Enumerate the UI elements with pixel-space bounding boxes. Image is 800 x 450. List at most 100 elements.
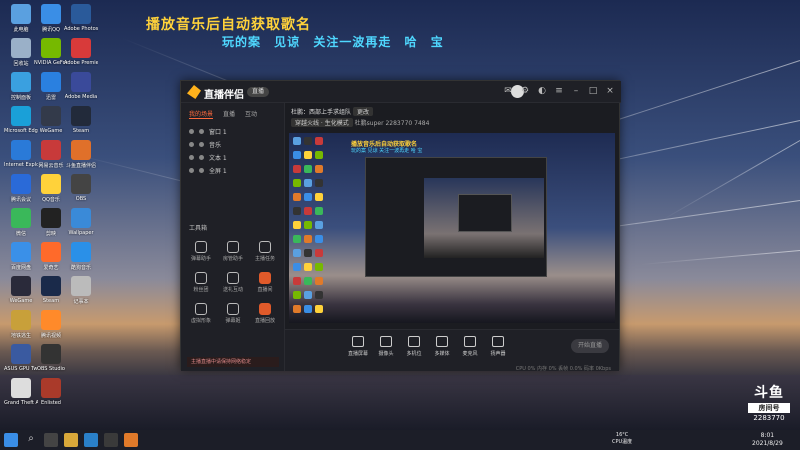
- desktop-icon[interactable]: OBS Studio: [34, 344, 68, 372]
- clock[interactable]: 8:01 2021/8/29: [752, 432, 783, 448]
- tool-icon: [227, 272, 239, 284]
- desktop-icon[interactable]: Adobe Photoshop: [64, 4, 98, 32]
- tool-button[interactable]: 虚拟形象: [185, 303, 217, 324]
- desktop-icon[interactable]: Adobe Media: [64, 72, 98, 100]
- tool-button[interactable]: 送礼互动: [217, 272, 249, 293]
- tab-scene[interactable]: 我的场景: [189, 109, 214, 119]
- desktop-icon[interactable]: 腾讯视频: [34, 310, 68, 339]
- desktop-icon[interactable]: 控制面板: [4, 72, 38, 101]
- desktop-icon[interactable]: 微信: [4, 208, 38, 237]
- desktop-icon[interactable]: 腾讯会议: [4, 174, 38, 203]
- desktop-icon[interactable]: 腾讯QQ: [34, 4, 68, 33]
- desktop-icon[interactable]: QQ音乐: [34, 174, 68, 203]
- desktop-icon[interactable]: Adobe Premiere: [64, 38, 98, 66]
- start-icon[interactable]: [4, 433, 18, 447]
- edge-icon[interactable]: [84, 433, 98, 447]
- app-icon: [11, 310, 31, 330]
- tool-button[interactable]: 粉丝团: [185, 272, 217, 293]
- eye-icon[interactable]: [189, 155, 194, 160]
- desktop-icon[interactable]: Internet Explorer: [4, 140, 38, 168]
- source-item[interactable]: 音乐: [181, 138, 284, 151]
- desktop-icon[interactable]: 回收站: [4, 38, 38, 67]
- file-explorer-icon[interactable]: [64, 433, 78, 447]
- tab-interact[interactable]: 互动: [245, 109, 257, 119]
- app-icon[interactable]: [104, 433, 118, 447]
- desktop-icon[interactable]: 地铁逃生: [4, 310, 38, 339]
- tool-button[interactable]: 直播回放: [249, 303, 281, 324]
- search-icon[interactable]: ⌕: [24, 433, 38, 447]
- preview-desktop-icon: [304, 305, 312, 313]
- tool-label: 虚拟形象: [190, 318, 211, 324]
- skin-icon[interactable]: ◐: [537, 85, 547, 97]
- desktop-icon-label: Enlisted: [41, 400, 61, 406]
- desktop-icon[interactable]: Microsoft Edge: [4, 106, 38, 134]
- desktop-icon[interactable]: 爱奇艺: [34, 242, 68, 271]
- source-item[interactable]: 全屏 1: [181, 164, 284, 177]
- lock-icon[interactable]: [199, 168, 204, 173]
- eye-icon[interactable]: [189, 142, 194, 147]
- preview-desktop-icon: [293, 291, 301, 299]
- desktop-icon-label: Wallpaper: [68, 230, 94, 236]
- desktop-icon-label: 回收站: [13, 61, 29, 67]
- douyu-room-overlay: 斗鱼 房间号 2283770: [742, 382, 796, 422]
- maximize-icon[interactable]: □: [588, 85, 598, 97]
- category-selector[interactable]: 穿越火线 · 生化模式: [291, 118, 353, 127]
- source-item[interactable]: 窗口 1: [181, 125, 284, 138]
- desktop-icon[interactable]: WeGame: [34, 106, 68, 134]
- desktop-icon[interactable]: 酷狗音乐: [64, 242, 98, 271]
- close-icon[interactable]: ×: [605, 85, 615, 97]
- desktop-icon[interactable]: ASUS GPU Tweak: [4, 344, 38, 372]
- room-label: 房间号: [748, 403, 790, 413]
- desktop-icon[interactable]: 迅雷: [34, 72, 68, 101]
- preview-desktop-icon: [304, 235, 312, 243]
- desktop-icon[interactable]: Grand Theft Auto V: [4, 378, 38, 406]
- bottom-button-icon: [464, 336, 476, 347]
- app-icon: [41, 276, 61, 296]
- live-companion-taskbar-icon[interactable]: [124, 433, 138, 447]
- live-badge[interactable]: 直播: [247, 87, 269, 97]
- lock-icon[interactable]: [199, 142, 204, 147]
- tool-button[interactable]: 弹幕助手: [185, 241, 217, 262]
- eye-icon[interactable]: [189, 129, 194, 134]
- task-view-icon[interactable]: [44, 433, 58, 447]
- tool-button[interactable]: 弹幕姬: [217, 303, 249, 324]
- desktop-icon[interactable]: 剪映: [34, 208, 68, 237]
- menu-icon[interactable]: ≡: [554, 85, 564, 97]
- desktop-icon[interactable]: 记事本: [64, 276, 98, 305]
- desktop-icon[interactable]: Steam: [64, 106, 98, 134]
- message-icon[interactable]: ✉: [503, 85, 513, 97]
- desktop-icon[interactable]: 百度网盘: [4, 242, 38, 271]
- minimize-icon[interactable]: –: [571, 85, 581, 97]
- tool-label: 主播任务: [254, 256, 275, 262]
- settings-icon[interactable]: ⚙: [520, 85, 530, 97]
- tool-button[interactable]: 主播任务: [249, 241, 281, 262]
- tool-button[interactable]: 房管助手: [217, 241, 249, 262]
- tool-icon: [195, 241, 207, 253]
- desktop-icon[interactable]: WeGame: [4, 276, 38, 304]
- start-live-button[interactable]: 开始直播: [571, 339, 609, 353]
- preview-desktop-icon: [304, 291, 312, 299]
- tool-label: 粉丝团: [193, 287, 209, 293]
- lock-icon[interactable]: [199, 155, 204, 160]
- source-item[interactable]: 文本 1: [181, 151, 284, 164]
- eye-icon[interactable]: [189, 168, 194, 173]
- desktop-icon[interactable]: 此电脑: [4, 4, 38, 33]
- lock-icon[interactable]: [199, 129, 204, 134]
- stream-preview[interactable]: 播放音乐后自动获取歌名 玩的案 见谅 关注一波再走 哈 宝: [289, 133, 615, 323]
- desktop-icon[interactable]: NVIDIA GeForce: [34, 38, 68, 66]
- bottom-button[interactable]: 扬声器: [481, 336, 515, 357]
- edit-title-button[interactable]: 更改: [352, 107, 373, 116]
- desktop-icon[interactable]: Wallpaper: [64, 208, 98, 236]
- tab-live[interactable]: 直播: [223, 109, 235, 119]
- app-brand: 直播伴侣: [204, 90, 244, 101]
- preview-desktop-icon: [304, 263, 312, 271]
- desktop-icon[interactable]: OBS: [64, 174, 98, 202]
- desktop-icon[interactable]: 斗鱼直播伴侣: [64, 140, 98, 169]
- desktop-icon-label: 地铁逃生: [10, 333, 31, 339]
- desktop-icon[interactable]: Enlisted: [34, 378, 68, 406]
- desktop-icon-label: 网易云音乐: [38, 163, 64, 169]
- tool-button[interactable]: 直播间: [249, 272, 281, 293]
- desktop-icon[interactable]: Steam: [34, 276, 68, 304]
- desktop-icon-label: Adobe Media: [64, 94, 98, 100]
- desktop-icon[interactable]: 网易云音乐: [34, 140, 68, 169]
